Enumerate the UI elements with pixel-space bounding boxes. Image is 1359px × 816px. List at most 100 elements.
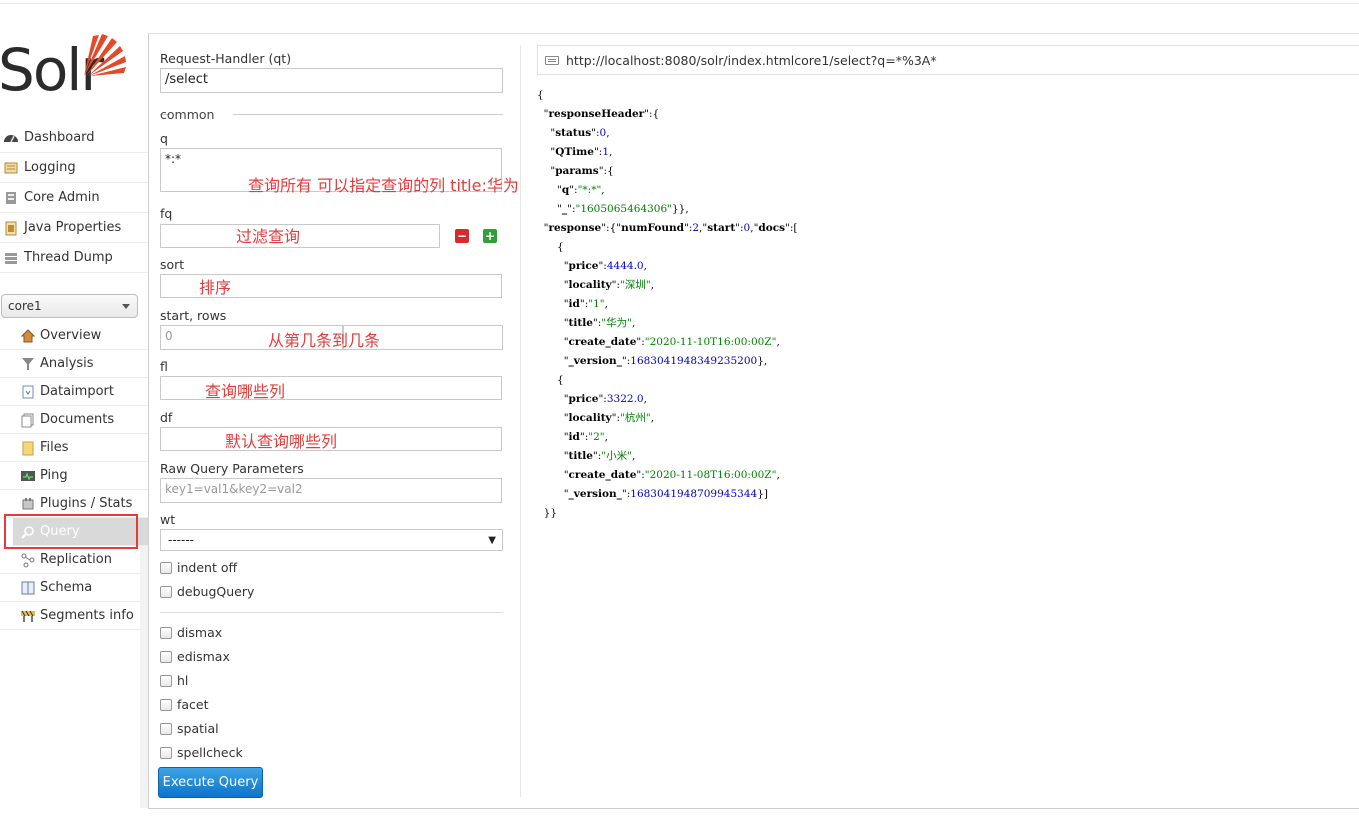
nav-item-logging[interactable]: Logging <box>0 153 148 183</box>
option-label: spatial <box>177 721 219 736</box>
hl-checkbox-row[interactable]: hl <box>160 673 188 688</box>
response-url-bar[interactable]: http://localhost:8080/solr/index.htmlcor… <box>537 45 1359 75</box>
debug-checkbox[interactable] <box>160 585 172 598</box>
core-nav-label: Plugins / Stats <box>40 496 133 511</box>
edismax-checkbox-row[interactable]: edismax <box>160 649 230 664</box>
sidebar-stub <box>140 546 148 808</box>
core-nav-schema[interactable]: Schema <box>0 574 148 602</box>
nav-item-java-properties[interactable]: Java Properties <box>0 213 148 243</box>
add-fq-button[interactable]: + <box>483 229 497 243</box>
json-doc-locality: "深圳" <box>620 279 651 291</box>
ping-icon <box>21 470 35 481</box>
core-nav-label: Replication <box>40 552 112 567</box>
json-doc-id: "2" <box>588 431 605 443</box>
common-legend-line <box>233 114 503 115</box>
request-handler-input[interactable]: /select <box>160 68 503 93</box>
nav-item-core-admin[interactable]: Core Admin <box>0 183 148 213</box>
wt-select[interactable]: ------ ▼ <box>160 529 503 551</box>
hl-checkbox[interactable] <box>160 674 172 687</box>
nav-item-thread-dump[interactable]: Thread Dump <box>0 243 148 273</box>
core-nav-dataimport[interactable]: Dataimport <box>0 378 148 406</box>
json-doc-price: 3322.0 <box>606 393 644 405</box>
option-label: facet <box>177 697 209 712</box>
fq-annotation: 过滤查询 <box>236 227 301 246</box>
start-rows-annotation: 从第几条到几条 <box>268 331 381 350</box>
spellcheck-checkbox-row[interactable]: spellcheck <box>160 745 243 760</box>
core-nav-label: Documents <box>40 412 115 427</box>
core-nav-overview[interactable]: Overview <box>0 322 148 350</box>
json-doc-create-date: "2020-11-08T16:00:00Z" <box>644 469 777 481</box>
core-nav-replication[interactable]: Replication <box>0 546 148 574</box>
link-icon <box>545 55 559 65</box>
indent-checkbox-row[interactable]: indent off <box>160 560 237 575</box>
spellcheck-checkbox[interactable] <box>160 746 172 759</box>
dashboard-icon <box>4 134 18 142</box>
indent-checkbox[interactable] <box>160 561 172 574</box>
nav-item-label: Logging <box>24 160 76 175</box>
sort-label: sort <box>160 257 185 272</box>
q-annotation: 查询所有 可以指定查询的列 title:华为 <box>248 176 519 195</box>
request-handler-label: Request-Handler (qt) <box>160 51 292 66</box>
edismax-checkbox[interactable] <box>160 650 172 663</box>
option-label: spellcheck <box>177 745 243 760</box>
indent-label: indent off <box>177 560 238 575</box>
raw-params-label: Raw Query Parameters <box>160 461 304 476</box>
core-nav-files[interactable]: Files <box>0 434 148 462</box>
core-nav-label: Schema <box>40 580 93 595</box>
core-nav-label: Segments info <box>40 608 134 623</box>
remove-fq-button[interactable]: − <box>455 229 469 243</box>
debug-label: debugQuery <box>177 584 255 599</box>
form-divider <box>160 612 503 613</box>
json-status: 0 <box>599 127 607 139</box>
nav-item-label: Core Admin <box>24 190 100 205</box>
highlight-box <box>4 514 138 549</box>
facet-checkbox[interactable] <box>160 698 172 711</box>
json-doc-version: 1683041948709945344 <box>630 488 758 500</box>
core-nav-label: Ping <box>40 468 68 483</box>
core-nav-analysis[interactable]: Analysis <box>0 350 148 378</box>
schema-icon <box>21 581 35 594</box>
home-icon <box>20 328 36 342</box>
response-url[interactable]: http://localhost:8080/solr/index.htmlcor… <box>566 53 937 68</box>
core-nav-ping[interactable]: Ping <box>0 462 148 490</box>
chevron-down-icon <box>122 304 130 309</box>
java-properties-icon <box>5 221 17 235</box>
core-nav-label: Analysis <box>40 356 94 371</box>
df-annotation: 默认查询哪些列 <box>225 432 338 451</box>
core-selector[interactable]: core1 <box>1 294 138 318</box>
panel-border-bottom <box>148 808 1359 809</box>
spatial-checkbox-row[interactable]: spatial <box>160 721 219 736</box>
json-doc-create-date: "2020-11-10T16:00:00Z" <box>644 336 777 348</box>
core-selector-value: core1 <box>8 299 42 313</box>
json-doc-id: "1" <box>588 298 605 310</box>
nav-item-label: Thread Dump <box>24 250 113 265</box>
core-nav-documents[interactable]: Documents <box>0 406 148 434</box>
nav-item-label: Dashboard <box>24 130 95 145</box>
solr-logo[interactable]: Solr <box>0 30 140 102</box>
wt-label: wt <box>160 512 176 527</box>
json-numfound: 2 <box>692 222 700 234</box>
thread-dump-icon <box>5 252 17 264</box>
facet-checkbox-row[interactable]: facet <box>160 697 209 712</box>
df-label: df <box>160 410 173 425</box>
option-label: edismax <box>177 649 230 664</box>
core-nav-label: Files <box>40 440 69 455</box>
debug-checkbox-row[interactable]: debugQuery <box>160 584 254 599</box>
folder-icon <box>22 441 34 455</box>
dismax-checkbox[interactable] <box>160 626 172 639</box>
panel-border-top <box>148 33 1359 34</box>
fl-label: fl <box>160 359 168 374</box>
main-nav: Dashboard Logging Core Admin Java Proper… <box>0 123 148 273</box>
raw-params-input[interactable]: key1=val1&key2=val2 <box>160 478 502 503</box>
nav-item-dashboard[interactable]: Dashboard <box>0 123 148 153</box>
wt-select-value: ------ <box>168 533 194 547</box>
json-param-underscore: "1605065464306" <box>575 203 672 215</box>
common-legend: common <box>160 107 215 122</box>
segments-icon <box>21 610 35 622</box>
q-label: q <box>160 131 168 146</box>
spatial-checkbox[interactable] <box>160 722 172 735</box>
top-border <box>0 3 1359 4</box>
core-nav-segments-info[interactable]: Segments info <box>0 602 148 630</box>
dismax-checkbox-row[interactable]: dismax <box>160 625 222 640</box>
execute-query-button[interactable]: Execute Query <box>158 767 263 798</box>
